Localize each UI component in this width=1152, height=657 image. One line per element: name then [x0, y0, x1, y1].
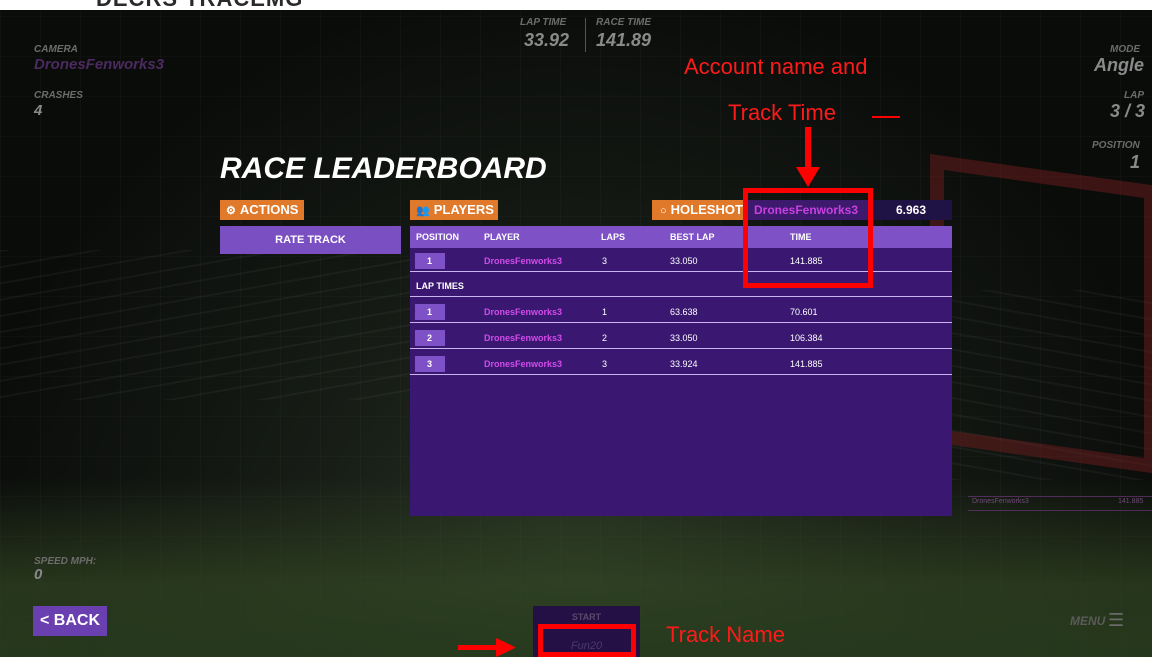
race-time-label: RACE TIME [596, 17, 651, 28]
arrow-down-icon [796, 127, 820, 187]
best-lap-cell: 33.050 [670, 333, 698, 343]
lap-times-label: LAP TIMES [416, 281, 464, 291]
annotation-account-line1: Account name and [684, 54, 868, 79]
camera-value: DronesFenworks3 [34, 56, 165, 73]
col-laps: LAPS [601, 232, 626, 242]
player-name: DronesFenworks3 [484, 307, 563, 317]
players-icon: 👥 [416, 205, 430, 217]
lap-label: LAP [1124, 90, 1144, 101]
lap-cell: 2 [602, 333, 608, 343]
table-row[interactable]: 1 DronesFenworks3 1 63.638 70.601 [410, 301, 952, 323]
crashes-value: 4 [34, 102, 43, 119]
col-best-lap: BEST LAP [670, 232, 715, 242]
table-row[interactable]: 2 DronesFenworks3 2 33.050 106.384 [410, 327, 952, 349]
col-position: POSITION [416, 232, 460, 242]
chevron-left-icon: < [39, 612, 50, 629]
arrow-right-icon [458, 638, 516, 657]
hamburger-icon[interactable]: ☰ [1108, 610, 1124, 631]
position-badge: 1 [415, 253, 445, 269]
background-result-row: DronesFenworks3 141.885 [968, 496, 1152, 511]
tab-actions[interactable]: ⚙ ACTIONS [220, 200, 304, 220]
lap-cell: 3 [602, 359, 608, 369]
mode-value: Angle [1094, 55, 1145, 75]
rate-track-button[interactable]: RATE TRACK [220, 226, 401, 254]
gear-icon: ⚙ [226, 205, 236, 217]
speed-label: SPEED MPH: [34, 556, 97, 567]
tab-holeshot[interactable]: ○ HOLESHOT [652, 200, 748, 220]
tab-holeshot-label: HOLESHOT [670, 202, 743, 217]
time-cell: 70.601 [790, 307, 818, 317]
position-value: 1 [1130, 152, 1141, 172]
lap-value: 3 / 3 [1110, 101, 1146, 121]
lap-time-label: LAP TIME [520, 17, 567, 28]
speed-value: 0 [34, 566, 43, 583]
back-button[interactable]: < BACK [33, 606, 107, 636]
hud-divider [585, 18, 586, 52]
tab-actions-label: ACTIONS [239, 202, 299, 217]
back-label: BACK [53, 612, 100, 629]
camera-label: CAMERA [34, 44, 78, 55]
player-name: DronesFenworks3 [484, 333, 563, 343]
tab-players[interactable]: 👥 PLAYERS [410, 200, 498, 220]
position-badge: 1 [415, 304, 445, 320]
player-name: DronesFenworks3 [484, 359, 563, 369]
menu-label[interactable]: MENU [1070, 614, 1105, 628]
player-name: DronesFenworks3 [484, 256, 563, 266]
lap-cell: 1 [602, 307, 608, 317]
annotation-account-line2: Track Time [728, 100, 836, 125]
col-player: PLAYER [484, 232, 520, 242]
annotation-track-name: Track Name [666, 622, 785, 647]
table-row[interactable]: 3 DronesFenworks3 3 33.924 141.885 [410, 353, 952, 375]
annotation-dash [872, 116, 900, 118]
position-badge: 3 [415, 356, 445, 372]
bg-time: 141.885 [1118, 498, 1144, 505]
bg-player: DronesFenworks3 [972, 498, 1029, 505]
position-badge: 2 [415, 330, 445, 346]
best-lap-cell: 63.638 [670, 307, 698, 317]
mode-label: MODE [1110, 44, 1140, 55]
holeshot-time: 6.963 [870, 200, 952, 220]
lap-time-value: 33.92 [524, 30, 570, 50]
tab-players-label: PLAYERS [433, 202, 494, 217]
crashes-label: CRASHES [34, 90, 83, 101]
time-cell: 106.384 [790, 333, 823, 343]
stands-left [0, 250, 410, 400]
annotation-box-time [743, 188, 873, 288]
leaderboard-title: RACE LEADERBOARD [220, 152, 547, 185]
annotation-box-track [538, 624, 636, 657]
race-time-value: 141.89 [596, 30, 652, 50]
best-lap-cell: 33.924 [670, 359, 698, 369]
position-label: POSITION [1092, 140, 1140, 151]
start-label: START [571, 612, 602, 622]
circle-icon: ○ [660, 205, 667, 217]
race-gate [930, 153, 1152, 475]
time-cell: 141.885 [790, 359, 823, 369]
laps-cell: 3 [602, 256, 608, 266]
best-lap-cell: 33.050 [670, 256, 698, 266]
